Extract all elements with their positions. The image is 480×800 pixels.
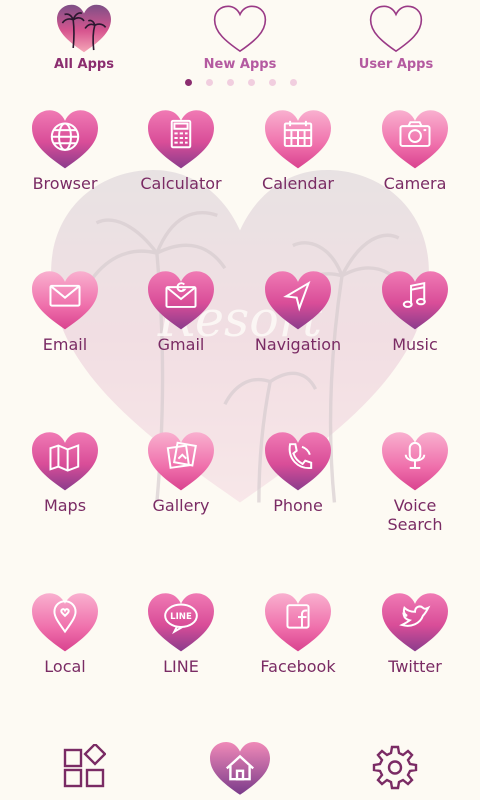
widgets-icon	[63, 742, 107, 788]
gmail-envelope-icon	[148, 271, 214, 330]
app-label: Camera	[383, 174, 447, 193]
calculator-icon	[148, 110, 214, 169]
map-icon	[32, 432, 98, 491]
app-label: LINE	[163, 657, 199, 676]
svg-text:LINE: LINE	[170, 612, 192, 622]
microphone-icon	[382, 432, 448, 491]
app-drawer-tabs: All Apps New Apps User Apps	[0, 0, 480, 80]
navigation-arrow-icon	[265, 271, 331, 330]
tab-user-apps-label: User Apps	[358, 57, 434, 72]
app-label: Music	[392, 335, 438, 354]
app-email[interactable]: Email	[6, 271, 124, 354]
gallery-icon	[148, 432, 214, 491]
page-dot[interactable]	[290, 79, 297, 86]
palm-heart-icon	[57, 4, 111, 53]
tab-new-apps-label: New Apps	[203, 57, 277, 72]
app-label: Calculator	[140, 174, 222, 193]
tab-new-apps[interactable]: New Apps	[180, 4, 300, 72]
app-label: Voice Search	[387, 496, 443, 534]
tab-all-apps-label: All Apps	[54, 57, 114, 72]
app-browser[interactable]: Browser	[6, 110, 124, 193]
app-navigation[interactable]: Navigation	[239, 271, 357, 354]
settings-button[interactable]	[372, 744, 418, 794]
app-local[interactable]: Local	[6, 593, 124, 676]
settings-gear-icon	[372, 745, 418, 790]
app-camera[interactable]: Camera	[356, 110, 474, 193]
app-label: Email	[42, 335, 88, 354]
tab-all-apps[interactable]: All Apps	[24, 4, 144, 72]
page-dot[interactable]	[227, 79, 234, 86]
app-calendar[interactable]: Calendar	[239, 110, 357, 193]
app-label: Local	[44, 657, 86, 676]
app-gmail[interactable]: Gmail	[122, 271, 240, 354]
app-label: Navigation	[254, 335, 342, 354]
app-gallery[interactable]: Gallery	[122, 432, 240, 515]
home-button[interactable]	[210, 742, 270, 800]
app-twitter[interactable]: Twitter	[356, 593, 474, 676]
camera-icon	[382, 110, 448, 169]
app-label: Maps	[43, 496, 87, 515]
app-maps[interactable]: Maps	[6, 432, 124, 515]
heart-outline-icon	[369, 5, 423, 53]
bottom-dock	[0, 730, 480, 800]
page-dot[interactable]	[206, 79, 213, 86]
app-label: Gmail	[157, 335, 205, 354]
app-facebook[interactable]: Facebook	[239, 593, 357, 676]
location-pin-icon	[32, 593, 98, 652]
app-voice-search[interactable]: Voice Search	[356, 432, 474, 534]
app-calculator[interactable]: Calculator	[122, 110, 240, 193]
calendar-icon	[265, 110, 331, 169]
app-line[interactable]: LINE LINE	[122, 593, 240, 676]
page-dot[interactable]	[269, 79, 276, 86]
line-bubble-icon: LINE	[148, 593, 214, 652]
globe-icon	[32, 110, 98, 169]
music-note-icon	[382, 271, 448, 330]
app-label: Twitter	[388, 657, 442, 676]
app-label: Gallery	[152, 496, 210, 515]
tab-user-apps[interactable]: User Apps	[336, 4, 456, 72]
app-label: Browser	[32, 174, 98, 193]
facebook-icon	[265, 593, 331, 652]
envelope-icon	[32, 271, 98, 330]
page-dot[interactable]	[248, 79, 255, 86]
app-phone[interactable]: Phone	[239, 432, 357, 515]
home-heart-icon	[210, 742, 270, 795]
app-label: Phone	[273, 496, 323, 515]
app-label: Facebook	[260, 657, 336, 676]
heart-outline-icon	[213, 5, 267, 53]
twitter-bird-icon	[382, 593, 448, 652]
page-indicator	[0, 79, 480, 89]
phone-icon	[265, 432, 331, 491]
page-dot-active[interactable]	[185, 79, 192, 86]
widgets-button[interactable]	[62, 742, 107, 792]
app-label: Calendar	[262, 174, 334, 193]
app-music[interactable]: Music	[356, 271, 474, 354]
